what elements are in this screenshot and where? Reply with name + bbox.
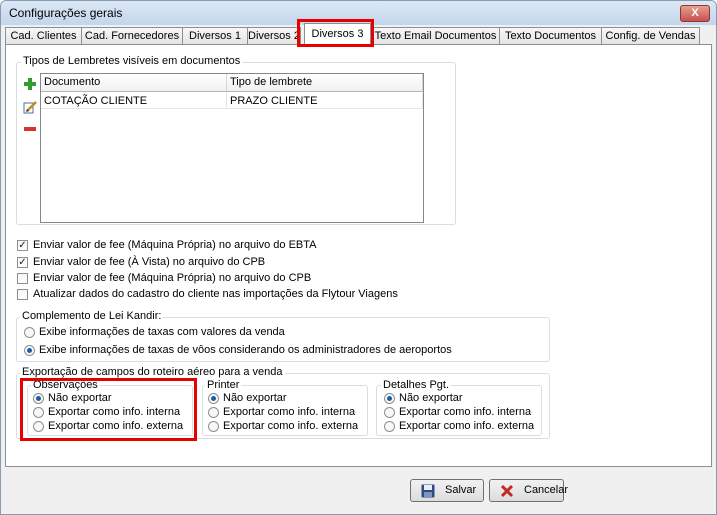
radio-button[interactable] — [384, 393, 395, 404]
tab-config-de-vendas[interactable]: Config. de Vendas — [601, 27, 700, 45]
checkbox-label: Enviar valor de fee (Máquina Própria) no… — [33, 239, 317, 251]
window-title: Configurações gerais — [9, 6, 123, 20]
remove-icon[interactable] — [23, 122, 37, 136]
radio-label: Exportar como info. externa — [399, 420, 535, 432]
settings-window: Configurações gerais X Cad. Clientes Cad… — [0, 0, 717, 515]
reminders-table: Documento Tipo de lembrete COTAÇÃO CLIEN… — [40, 73, 424, 223]
lei-kandir-group-label: Complemento de Lei Kandir: — [20, 310, 164, 323]
cell-documento: COTAÇÃO CLIENTE — [41, 93, 227, 109]
checkbox-label: Enviar valor de fee (À Vista) no arquivo… — [33, 256, 266, 268]
save-button[interactable]: Salvar — [410, 479, 484, 502]
checkbox-box[interactable]: ✓ — [17, 240, 28, 251]
checkbox-box[interactable] — [17, 289, 28, 300]
tab-texto-documentos[interactable]: Texto Documentos — [499, 27, 602, 45]
radio-button[interactable] — [384, 421, 395, 432]
tab-highlight-box — [297, 19, 374, 47]
checkbox-label: Enviar valor de fee (Máquina Própria) no… — [33, 272, 312, 284]
checkbox-label: Atualizar dados do cadastro do cliente n… — [33, 288, 398, 300]
radio-button[interactable] — [208, 421, 219, 432]
save-icon — [421, 484, 435, 498]
radio-label: Não exportar — [223, 392, 287, 404]
printer-group-label: Printer — [205, 379, 242, 392]
checkbox-box[interactable] — [17, 273, 28, 284]
table-header: Documento Tipo de lembrete — [41, 74, 423, 92]
radio-label: Não exportar — [399, 392, 463, 404]
column-header-documento[interactable]: Documento — [41, 74, 227, 91]
tab-texto-email-documentos[interactable]: Texto Email Documentos — [371, 27, 500, 45]
detalhes-pgt-group-label: Detalhes Pgt. — [381, 379, 452, 392]
tab-diversos-1[interactable]: Diversos 1 — [182, 27, 248, 45]
add-icon[interactable] — [23, 77, 37, 91]
column-header-tipo-lembrete[interactable]: Tipo de lembrete — [227, 74, 423, 91]
reminders-group-label: Tipos de Lembretes visíveis em documento… — [21, 55, 243, 68]
radio-button[interactable] — [208, 393, 219, 404]
observacoes-highlight-box — [20, 378, 197, 441]
radio-label: Exportar como info. interna — [399, 406, 532, 418]
cancel-icon — [500, 484, 514, 498]
radio-label: Exportar como info. interna — [223, 406, 356, 418]
radio-button[interactable] — [24, 327, 35, 338]
radio-button[interactable] — [384, 407, 395, 418]
checkbox-box[interactable]: ✓ — [17, 257, 28, 268]
radio-button[interactable] — [208, 407, 219, 418]
edit-icon[interactable] — [23, 100, 37, 114]
cancel-button[interactable]: Cancelar — [489, 479, 568, 502]
radio-label: Exibe informações de taxas com valores d… — [39, 326, 285, 338]
cell-tipo-lembrete: PRAZO CLIENTE — [227, 93, 423, 109]
radio-label: Exportar como info. externa — [223, 420, 359, 432]
tab-cad-clientes[interactable]: Cad. Clientes — [5, 27, 82, 45]
tab-diversos-2[interactable]: Diversos 2 — [247, 27, 301, 45]
radio-button[interactable] — [24, 345, 35, 356]
tab-cad-fornecedores[interactable]: Cad. Fornecedores — [81, 27, 183, 45]
radio-label: Exibe informações de taxas de vôos consi… — [39, 344, 452, 356]
close-button[interactable]: X — [680, 5, 710, 22]
